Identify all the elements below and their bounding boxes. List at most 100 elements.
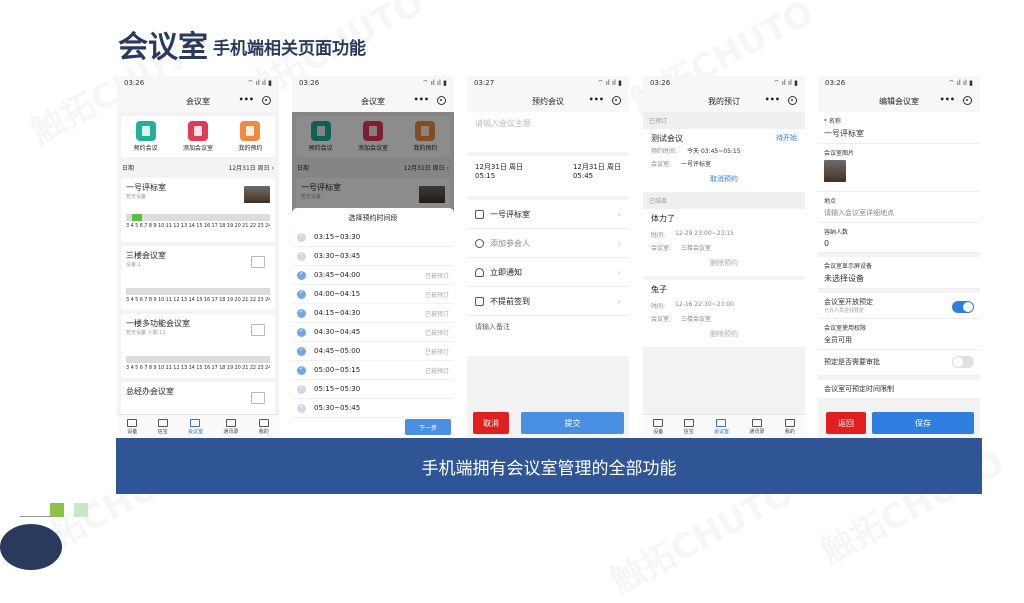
end-clock: 05:45 xyxy=(572,172,594,180)
time-slot[interactable]: 04:00~04:15 已被预订 xyxy=(292,285,454,304)
meeting-time: 时间: 12-16 22:30~23:00 xyxy=(651,301,734,310)
tab-meeting-room[interactable]: 会议室 xyxy=(714,418,729,435)
end-time[interactable]: 12月31日 周日 05:45 xyxy=(573,162,621,190)
save-button[interactable]: 保存 xyxy=(872,412,974,434)
back-button[interactable]: 返回 xyxy=(826,412,866,434)
timeline-bar[interactable] xyxy=(126,288,270,295)
slot-time: 04:30~04:45 xyxy=(314,328,361,336)
timeline-bar[interactable] xyxy=(126,214,270,221)
phone-screen-meeting-rooms: 03:26 ⌔ ıl ıl ▮ 会议室 ••• 预约会议 添加会议室 我的预约 日… xyxy=(117,76,279,438)
field-label: 会议室使用权限 xyxy=(824,325,867,332)
capsule-close-icon[interactable] xyxy=(612,96,621,105)
subject-input[interactable]: 请输入会议主题 xyxy=(467,112,629,152)
time-slot[interactable]: 04:45~05:00 已被预订 xyxy=(292,342,454,361)
status-bar: 03:26 ⌔ ıl ıl ▮ xyxy=(292,76,454,90)
room-name: 一楼多功能会议室 xyxy=(126,319,190,328)
check-icon xyxy=(297,384,306,394)
more-icon[interactable]: ••• xyxy=(940,95,955,104)
tab-me[interactable]: 我的 xyxy=(258,418,269,435)
open-booking-toggle[interactable] xyxy=(952,301,974,313)
time-slot[interactable]: 04:30~04:45 已被预订 xyxy=(292,323,454,342)
section-label: 已结束 xyxy=(643,192,805,209)
my-bookings-button[interactable]: 我的预约 xyxy=(238,121,262,152)
time-slot[interactable]: 05:15~05:30 xyxy=(292,380,454,399)
tab-devices[interactable]: 设备 xyxy=(653,418,663,435)
time-slot[interactable]: 03:45~04:00 已被预订 xyxy=(292,266,454,285)
more-icon[interactable]: ••• xyxy=(589,95,604,104)
delete-booking-button[interactable]: 删除预约 xyxy=(651,325,797,343)
room-image[interactable] xyxy=(824,160,846,182)
room-card[interactable]: 一楼多功能会议室 暂无设备 人数:11 3 4 5 6 7 8 9 10 11 … xyxy=(121,314,275,378)
signal-icon: ⌔ ıl ıl ▮ xyxy=(773,78,798,87)
image-placeholder-icon xyxy=(251,392,265,404)
capacity-field[interactable]: 容纳人数 0 xyxy=(818,223,980,253)
more-icon[interactable]: ••• xyxy=(414,95,429,104)
time-slot[interactable]: 03:15~03:30 xyxy=(292,228,454,247)
cancel-booking-button[interactable]: 取消预约 xyxy=(651,170,797,188)
phone-screen-book-meeting: 03:27 ⌔ ıl ıl ▮ 预约会议 ••• 请输入会议主题 12月31日 周… xyxy=(467,76,629,438)
approval-toggle[interactable] xyxy=(952,356,974,368)
field-label: 会议室显示屏设备 xyxy=(824,263,873,270)
tab-xinbao[interactable]: 信宝 xyxy=(157,418,168,435)
cancel-button[interactable]: 取消 xyxy=(473,412,509,434)
nav-bar: 我的预订 ••• xyxy=(643,90,805,112)
booking-card[interactable]: 测试会议 待开始 预约时间: 今天 03:45~05:15 会议室: 一号评标室 取消… xyxy=(643,129,805,192)
image-placeholder-icon xyxy=(251,256,265,268)
delete-booking-button[interactable]: 删除预约 xyxy=(651,254,797,272)
check-icon xyxy=(297,327,306,337)
start-time[interactable]: 12月31日 周日 05:15 xyxy=(475,162,523,190)
field-label: 会议室可预定时间限制 xyxy=(824,385,894,393)
next-step-button[interactable]: 下一步 xyxy=(405,419,451,435)
permission-field[interactable]: 会议室使用权限 全员可用 xyxy=(818,319,980,350)
time-limit-field: 会议室可预定时间限制 xyxy=(818,380,980,399)
hour-labels: 3 4 5 6 7 8 9 10 11 12 13 14 15 16 17 18… xyxy=(126,223,270,229)
open-booking-field: 会议室开放预定 允许人员在线预定 xyxy=(818,293,980,319)
add-room-button[interactable]: 添加会议室 xyxy=(183,121,213,152)
slot-time: 05:00~05:15 xyxy=(314,366,361,374)
slot-time: 04:00~04:15 xyxy=(314,290,361,298)
tab-meeting-room[interactable]: 会议室 xyxy=(188,418,203,435)
calendar-icon xyxy=(475,296,484,306)
booking-card[interactable]: 兔子 时间: 12-16 22:30~23:00 会议室: 三楼会议室 删除预约 xyxy=(643,280,805,347)
tab-devices[interactable]: 设备 xyxy=(127,418,137,435)
room-row[interactable]: 一号评标室 › xyxy=(467,200,629,229)
tab-xinbao[interactable]: 信宝 xyxy=(683,418,694,435)
capsule-close-icon[interactable] xyxy=(788,96,797,105)
slot-status: 已被预订 xyxy=(424,310,449,318)
nav-title: 会议室 xyxy=(361,96,385,106)
more-icon[interactable]: ••• xyxy=(765,95,780,104)
room-card[interactable]: 一号评标室 暂无设备 3 4 5 6 7 8 9 10 11 12 13 14 … xyxy=(121,178,275,242)
date-selector[interactable]: 日期 12月31日 周日 › xyxy=(117,161,279,174)
time-slot[interactable]: 04:15~04:30 已被预订 xyxy=(292,304,454,323)
check-icon xyxy=(297,270,306,280)
capsule-close-icon[interactable] xyxy=(262,96,271,105)
capsule-close-icon[interactable] xyxy=(437,96,446,105)
tab-me[interactable]: 我的 xyxy=(784,418,795,435)
timeline-bar[interactable] xyxy=(126,356,270,363)
location-field[interactable]: 地点 请输入会议室详细地点 xyxy=(818,192,980,223)
section-label: 已预订 xyxy=(643,112,805,129)
more-icon[interactable]: ••• xyxy=(239,95,254,104)
checkin-row[interactable]: 不提前签到 › xyxy=(467,287,629,316)
image-field[interactable]: 会议室图片 xyxy=(818,144,980,192)
time-slot[interactable]: 03:30~03:45 xyxy=(292,247,454,266)
tab-contacts[interactable]: 通讯录 xyxy=(749,418,764,435)
screen-device-field[interactable]: 会议室显示屏设备 未选择设备 xyxy=(818,257,980,289)
book-meeting-button[interactable]: 预约会议 xyxy=(134,121,158,152)
capsule-close-icon[interactable] xyxy=(963,96,972,105)
slot-status: 已被预订 xyxy=(424,367,449,375)
tab-contacts[interactable]: 通讯录 xyxy=(223,418,238,435)
remark-input[interactable]: 请输入备注 xyxy=(467,316,629,356)
room-card[interactable]: 三楼会议室 设备:1 3 4 5 6 7 8 9 10 11 12 13 14 … xyxy=(121,246,275,310)
notify-row[interactable]: 立即通知 › xyxy=(467,258,629,287)
room-value: 一号评标室 xyxy=(490,209,530,219)
time-range[interactable]: 12月31日 周日 05:15 12月31日 周日 05:45 xyxy=(467,156,629,196)
check-icon xyxy=(297,251,306,261)
time-slot[interactable]: 05:30~05:45 xyxy=(292,399,454,418)
name-field[interactable]: * 名称 一号评标室 xyxy=(818,112,980,144)
slot-time: 03:45~04:00 xyxy=(314,271,361,279)
submit-button[interactable]: 提交 xyxy=(521,412,624,434)
participants-row[interactable]: 添加参会人 › xyxy=(467,229,629,258)
time-slot[interactable]: 05:00~05:15 已被预订 xyxy=(292,361,454,380)
booking-card[interactable]: 体力了 时间: 12-29 23:00~23:15 会议室: 三楼会议室 删除预约 xyxy=(643,209,805,276)
